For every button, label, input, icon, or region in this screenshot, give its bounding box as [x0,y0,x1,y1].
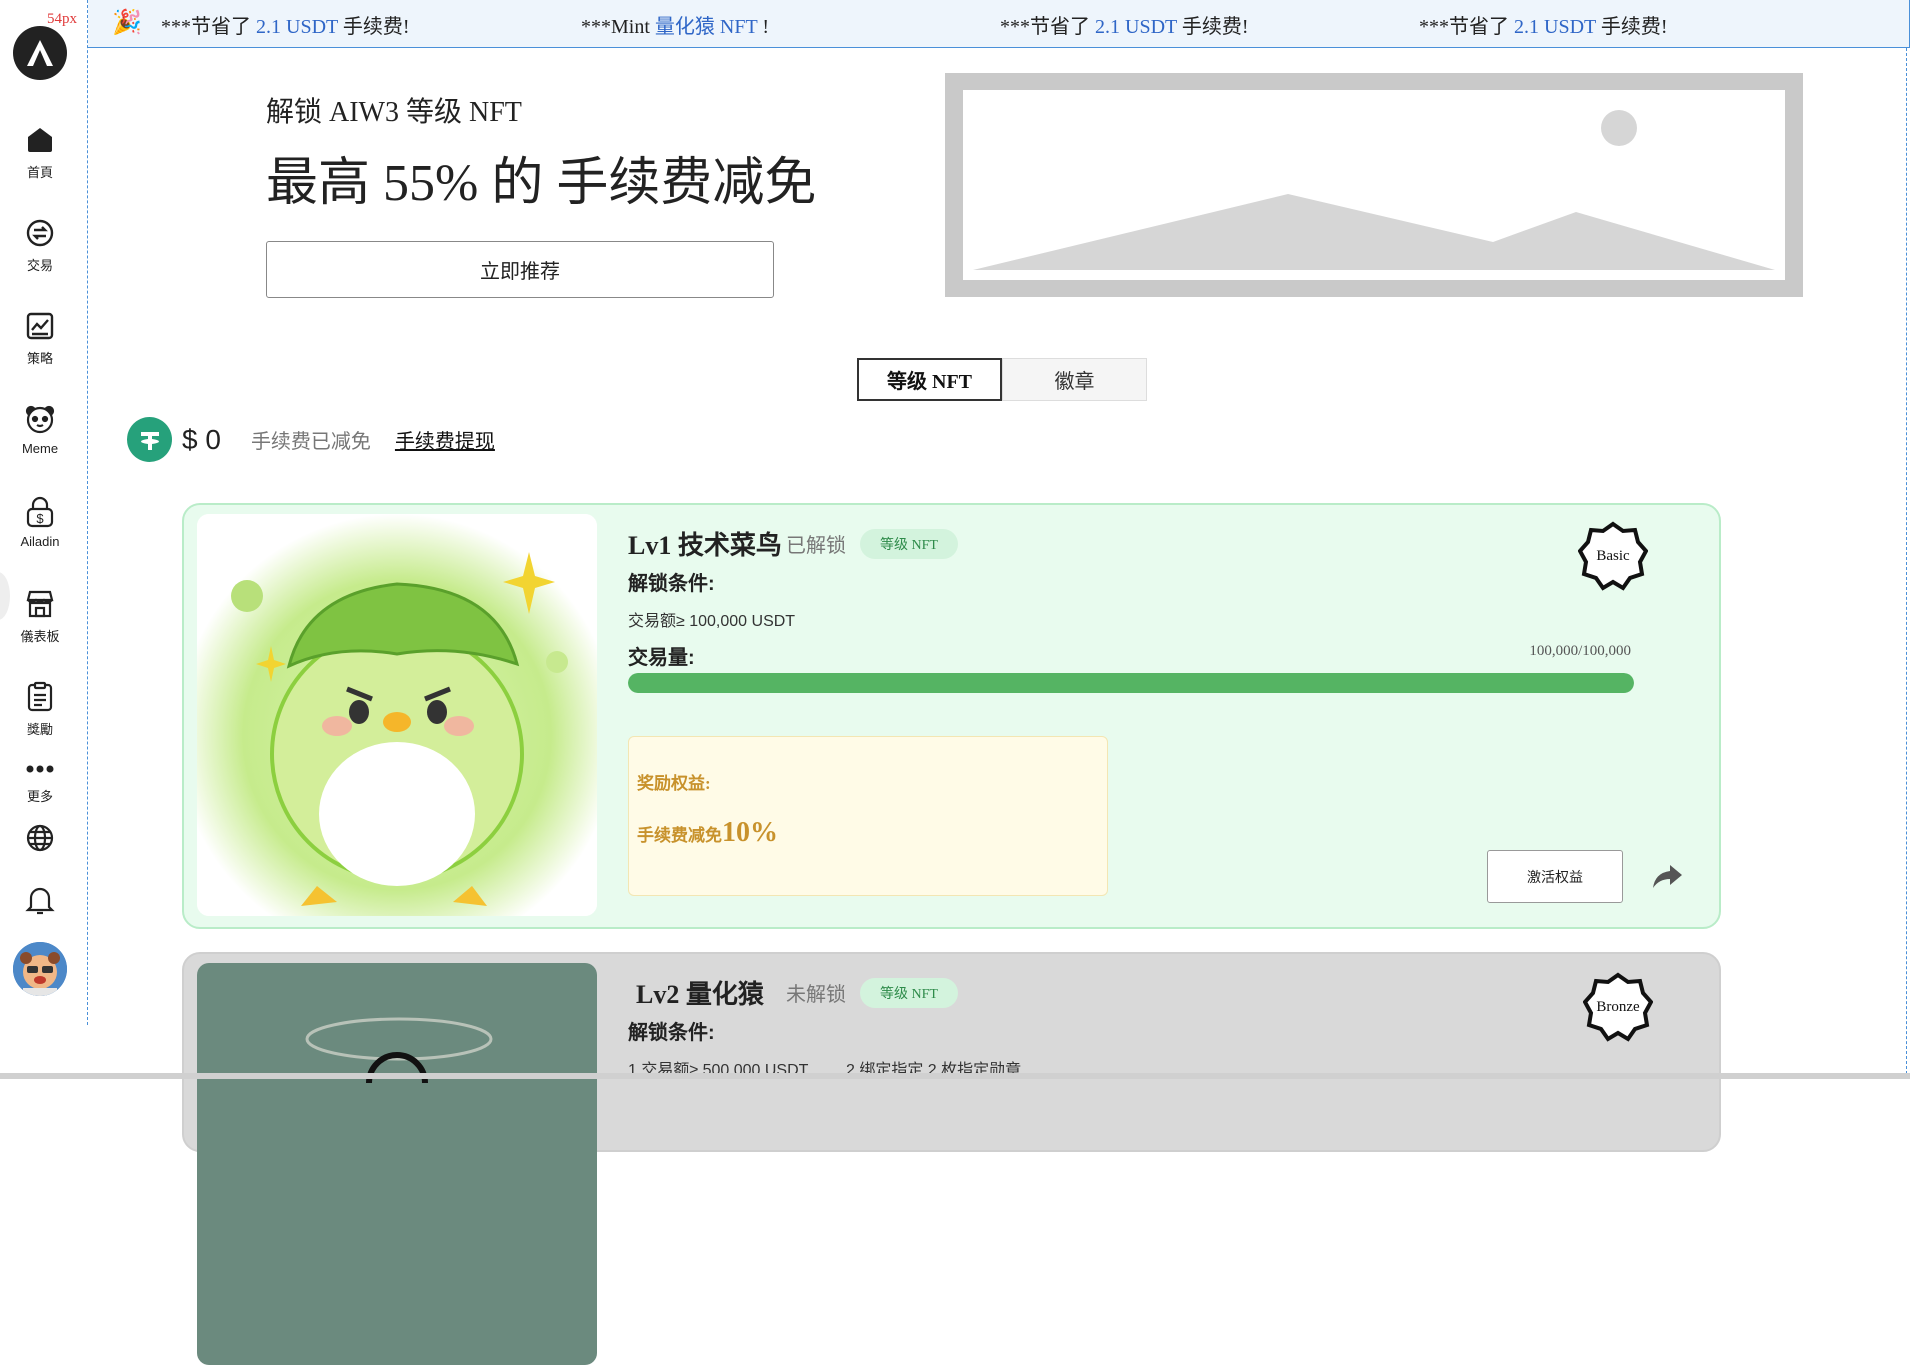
progress-count: 100,000/100,000 [1529,643,1631,659]
sidebar-item-label: 策略 [26,351,53,366]
sidebar-item-trade[interactable]: 交易 [0,217,80,274]
sidebar-item-label: 首頁 [26,165,53,180]
level-card-lv1: Lv1 技术菜鸟 已解锁 等级 NFT Basic 解锁条件: 交易额≥ 100… [182,503,1721,929]
globe-icon [24,822,56,854]
announcement-marquee: 🎉 ***节省了 2.1 USDT 手续费! ***Mint 量化猿 NFT !… [88,0,1910,48]
nft-image-lv1 [197,514,597,916]
reward-value: 10% [722,817,778,848]
dev-px-label: 54px [47,11,77,27]
marquee-suffix: 手续费! [1176,16,1249,38]
layout-guide [1906,48,1907,1079]
marquee-highlight: 2.1 USDT [1095,16,1177,38]
unlock-state: 未解锁 [786,984,846,1006]
avatar-image [13,942,67,996]
level-nft-tag: 等级 NFT [860,529,958,559]
sidebar-item-dashboard[interactable]: 儀表板 [0,588,80,645]
lock-dollar-icon: $ [24,496,56,528]
marquee-item: ***节省了 2.1 USDT 手续费! [1000,10,1249,39]
marquee-prefix: ***节省了 [1000,16,1095,38]
marquee-item: ***节省了 2.1 USDT 手续费! [1419,10,1668,39]
marquee-highlight: 2.1 USDT [1514,16,1596,38]
marquee-prefix: ***节省了 [161,16,256,38]
level-nft-tag: 等级 NFT [860,978,958,1008]
volume-label: 交易量: [628,647,695,669]
level-title: Lv2 量化猿 [636,980,764,1009]
bell-icon [24,884,56,916]
sidebar-item-rewards[interactable]: 獎勵 [0,681,80,738]
fee-saved-amount: $ 0 [182,423,221,455]
marquee-suffix: ! [757,16,769,38]
marquee-suffix: 手续费! [337,16,410,38]
tab-level-nft[interactable]: 等级 NFT [857,358,1002,401]
fee-summary: $ 0 手续费已减免 手续费提现 [127,417,495,462]
sidebar-item-label: 儀表板 [20,629,60,644]
unlock-condition-label: 解锁条件: [628,573,715,595]
level-title: Lv1 技术菜鸟 [628,531,782,560]
svg-text:$: $ [36,511,44,526]
horizontal-scrollbar[interactable] [0,1073,1910,1079]
sidebar-item-strategy[interactable]: 策略 [0,310,80,367]
unlock-condition-label: 解锁条件: [628,1022,715,1044]
fee-saved-label: 手续费已减免 [250,431,371,453]
notifications-button[interactable] [0,884,80,916]
fee-withdraw-link[interactable]: 手续费提现 [395,425,495,454]
sidebar-item-label: 交易 [26,258,53,273]
sidebar: 54px 首頁 交易 策略 Meme $ Ailadin 儀表板 獎勵 更多 [0,0,88,1025]
hero-subtitle: 解锁 AIW3 等级 NFT [266,97,522,128]
reward-text-label: 手续费减免 [637,826,722,845]
activate-benefit-button[interactable]: 激活权益 [1487,850,1623,903]
marquee-prefix: ***Mint [581,16,655,38]
party-popper-icon: 🎉 [112,10,142,36]
bronze-badge: Bronze [1582,972,1654,1042]
sidebar-item-ailadin[interactable]: $ Ailadin [0,496,80,549]
logo-icon [27,40,53,66]
volume-progress-bar [628,673,1634,693]
image-placeholder-icon [973,110,1775,270]
sidebar-item-label: 更多 [26,789,53,804]
reward-title: 奖励权益: [637,774,711,793]
avatar[interactable] [13,942,67,996]
nft-tabs: 等级 NFT 徽章 [857,358,1147,401]
unlock-condition-value: 交易额≥ 100,000 USDT [628,613,796,630]
exchange-icon [24,217,56,249]
sidebar-item-meme[interactable]: Meme [0,403,80,456]
marquee-suffix: 手续费! [1595,16,1668,38]
panda-icon [24,403,56,435]
marquee-item: ***节省了 2.1 USDT 手续费! [161,10,410,39]
share-icon[interactable] [1651,861,1683,891]
sidebar-item-home[interactable]: 首頁 [0,124,80,181]
clipboard-icon [24,681,56,713]
usdt-icon [127,417,172,462]
sidebar-item-more[interactable]: 更多 [0,758,80,805]
badge-label: Bronze [1596,998,1640,1015]
marquee-item: ***Mint 量化猿 NFT ! [581,10,769,39]
basic-badge: Basic [1577,521,1649,591]
tab-badges[interactable]: 徽章 [1002,358,1147,401]
chart-icon [24,310,56,342]
marquee-prefix: ***节省了 [1419,16,1514,38]
store-icon [24,588,56,620]
more-icon [24,758,56,780]
unlock-state: 已解锁 [786,535,846,557]
reward-text: 手续费减免10% [637,817,778,849]
hero-image-placeholder [945,73,1803,297]
sidebar-item-label: 獎勵 [26,722,53,737]
app-logo[interactable] [13,26,67,80]
marquee-highlight: 量化猿 NFT [654,16,758,38]
sidebar-item-label: Ailadin [20,534,60,549]
hero-title: 最高 55% 的 手续费减免 [266,155,817,212]
recommend-button[interactable]: 立即推荐 [266,241,774,298]
sidebar-item-label: Meme [21,441,59,456]
badge-label: Basic [1596,547,1630,564]
reward-box: 奖励权益: 手续费减免10% [628,736,1108,896]
nft-image-lv2 [197,963,597,1365]
home-icon [24,124,56,156]
progress-fill [628,673,1634,693]
language-button[interactable] [0,822,80,854]
marquee-highlight: 2.1 USDT [256,16,338,38]
level-card-lv2: Lv2 量化猿 未解锁 等级 NFT Bronze 解锁条件: 1.交易额≥ 5… [182,952,1721,1365]
